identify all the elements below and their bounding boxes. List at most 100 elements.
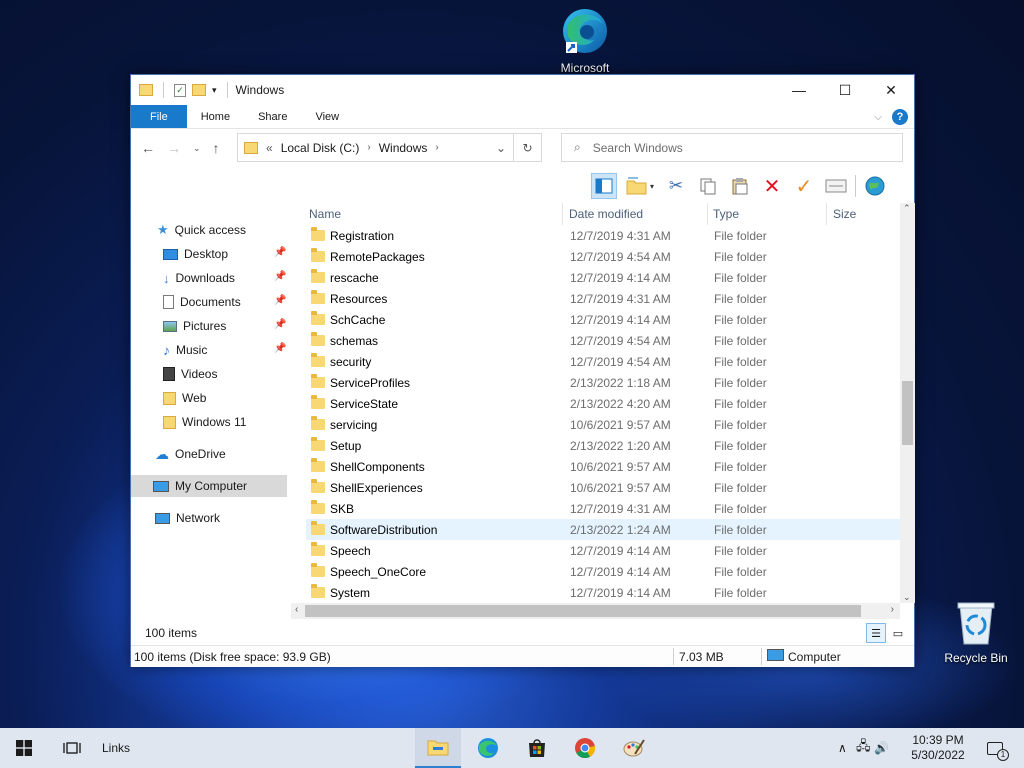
sidebar-item-my-computer[interactable]: My Computer <box>131 475 287 497</box>
column-header-date-modified[interactable]: Date modified <box>569 207 643 221</box>
pin-icon[interactable]: 📌 <box>274 247 286 258</box>
links-toolbar[interactable]: Links <box>96 728 136 768</box>
volume-icon[interactable]: 🔊 <box>874 741 892 755</box>
paste-icon[interactable] <box>727 173 753 199</box>
sidebar-item-music[interactable]: ♪ Music <box>163 339 287 361</box>
taskbar-chrome[interactable] <box>562 728 608 768</box>
details-view-icon[interactable]: ☰ <box>866 623 886 643</box>
table-row[interactable]: security 12/7/2019 4:54 AM File folder <box>306 351 900 372</box>
network-icon[interactable]: 🖧 <box>856 737 874 759</box>
title-bar[interactable]: ✓ ▾ Windows — ☐ ✕ <box>131 75 914 105</box>
new-folder-icon[interactable]: ▾ <box>623 173 657 199</box>
breadcrumb-windows[interactable]: Windows <box>379 141 428 155</box>
chevron-right-icon[interactable]: › <box>367 142 370 153</box>
close-button[interactable]: ✕ <box>868 75 914 105</box>
taskbar-file-explorer[interactable] <box>415 728 461 768</box>
tab-view[interactable]: View <box>301 105 353 128</box>
table-row[interactable]: ShellComponents 10/6/2021 9:57 AM File fol… <box>306 456 900 477</box>
maximize-button[interactable]: ☐ <box>822 75 868 105</box>
up-arrow-icon[interactable]: ↑ <box>213 140 220 156</box>
navigation-pane-icon[interactable] <box>591 173 617 199</box>
refresh-icon[interactable]: ↻ <box>513 134 541 161</box>
sidebar-item-downloads[interactable]: ↓ Downloads <box>163 267 287 289</box>
properties-icon[interactable] <box>823 173 849 199</box>
scroll-up-arrow-icon[interactable]: ⌃ <box>903 203 911 214</box>
sidebar-item-network[interactable]: Network <box>155 507 287 529</box>
back-arrow-icon[interactable]: ← <box>141 140 155 156</box>
table-row[interactable]: Resources 12/7/2019 4:31 AM File folder <box>306 288 900 309</box>
scroll-down-arrow-icon[interactable]: ⌄ <box>903 592 911 603</box>
sidebar-item-pictures[interactable]: Pictures <box>163 315 287 337</box>
table-row[interactable]: System 12/7/2019 4:14 AM File folder <box>306 582 900 603</box>
task-view-button[interactable] <box>56 728 88 768</box>
sidebar-item-web[interactable]: Web <box>163 387 287 409</box>
cut-icon[interactable]: ✂ <box>663 173 689 199</box>
column-divider[interactable] <box>826 203 827 225</box>
taskbar-paint[interactable] <box>611 728 657 768</box>
pin-icon[interactable]: 📌 <box>274 295 286 306</box>
show-hidden-icons-chevron-icon[interactable]: ∧ <box>838 741 856 755</box>
scroll-left-arrow-icon[interactable]: ‹ <box>295 604 298 615</box>
sidebar-item-onedrive[interactable]: ☁ OneDrive <box>155 443 287 465</box>
customize-dropdown-icon[interactable]: ▾ <box>212 85 217 96</box>
table-row[interactable]: ServiceState 2/13/2022 4:20 AM File folder <box>306 393 900 414</box>
pin-icon[interactable]: 📌 <box>274 319 286 330</box>
search-input[interactable]: ⌕ Search Windows <box>561 133 903 162</box>
table-row[interactable]: SKB 12/7/2019 4:31 AM File folder <box>306 498 900 519</box>
sidebar-item-documents[interactable]: Documents <box>163 291 287 313</box>
scrollbar-thumb[interactable] <box>902 381 913 445</box>
table-row[interactable]: rescache 12/7/2019 4:14 AM File folder <box>306 267 900 288</box>
table-row[interactable]: Speech_OneCore 12/7/2019 4:14 AM File fold… <box>306 561 900 582</box>
taskbar-edge[interactable] <box>465 728 511 768</box>
tab-home[interactable]: Home <box>187 105 244 128</box>
sidebar-item-windows-11[interactable]: Windows 11 <box>163 411 287 433</box>
address-bar[interactable]: « Local Disk (C:) › Windows › ⌄ ↻ <box>237 133 542 162</box>
column-header-size[interactable]: Size <box>833 207 856 221</box>
breadcrumb-overflow[interactable]: « <box>266 141 273 155</box>
copy-icon[interactable] <box>695 173 721 199</box>
table-row[interactable]: servicing 10/6/2021 9:57 AM File folder <box>306 414 900 435</box>
table-row[interactable]: Registration 12/7/2019 4:31 AM File folder <box>306 225 900 246</box>
scrollbar-thumb[interactable] <box>305 605 861 617</box>
start-button[interactable] <box>0 728 48 768</box>
properties-icon[interactable]: ✓ <box>174 83 186 97</box>
table-row[interactable]: ShellExperiences 10/6/2021 9:57 AM File fo… <box>306 477 900 498</box>
table-row[interactable]: SchCache 12/7/2019 4:14 AM File folder <box>306 309 900 330</box>
sidebar-item-videos[interactable]: Videos <box>163 363 287 385</box>
horizontal-scrollbar[interactable]: ‹ › <box>291 603 900 619</box>
table-row[interactable]: schemas 12/7/2019 4:54 AM File folder <box>306 330 900 351</box>
sidebar-item-quick-access[interactable]: ★ Quick access <box>157 219 287 241</box>
column-divider[interactable] <box>562 203 563 225</box>
address-dropdown-icon[interactable]: ⌄ <box>489 141 513 155</box>
desktop-icon-microsoft-edge[interactable]: Microsoft <box>552 6 618 75</box>
clock[interactable]: 10:39 PM 5/30/2022 <box>906 728 970 768</box>
sidebar-item-desktop[interactable]: Desktop <box>163 243 287 265</box>
chevron-right-icon[interactable]: › <box>435 142 438 153</box>
taskbar-microsoft-store[interactable] <box>514 728 560 768</box>
scroll-right-arrow-icon[interactable]: › <box>891 604 894 615</box>
table-row[interactable]: ServiceProfiles 2/13/2022 1:18 AM File fol… <box>306 372 900 393</box>
globe-icon[interactable] <box>862 173 888 199</box>
delete-icon[interactable]: ✕ <box>759 173 785 199</box>
forward-arrow-icon[interactable]: → <box>167 140 181 156</box>
breadcrumb-local-disk[interactable]: Local Disk (C:) <box>281 141 360 155</box>
table-row[interactable]: Setup 2/13/2022 1:20 AM File folder <box>306 435 900 456</box>
table-row[interactable]: SoftwareDistribution 2/13/2022 1:24 AM Fil… <box>306 519 900 540</box>
rename-check-icon[interactable]: ✓ <box>791 173 817 199</box>
recent-locations-chevron-icon[interactable]: ⌄ <box>193 143 201 154</box>
desktop-icon-recycle-bin[interactable]: Recycle Bin <box>940 600 1012 665</box>
pin-icon[interactable]: 📌 <box>274 343 286 354</box>
notification-center-button[interactable]: 1 <box>982 728 1009 768</box>
vertical-scrollbar[interactable]: ⌃ ⌄ <box>900 203 915 603</box>
minimize-button[interactable]: — <box>776 75 822 105</box>
new-folder-icon[interactable] <box>192 84 206 96</box>
column-header-type[interactable]: Type <box>713 207 739 221</box>
tab-share[interactable]: Share <box>244 105 301 128</box>
help-icon[interactable]: ? <box>892 109 908 125</box>
expand-ribbon-chevron-icon[interactable]: ⌵ <box>874 112 882 123</box>
column-header-name[interactable]: Name <box>309 207 341 221</box>
tab-file[interactable]: File <box>131 105 187 128</box>
table-row[interactable]: RemotePackages 12/7/2019 4:54 AM File fold… <box>306 246 900 267</box>
pin-icon[interactable]: 📌 <box>274 271 286 282</box>
column-divider[interactable] <box>707 203 708 225</box>
